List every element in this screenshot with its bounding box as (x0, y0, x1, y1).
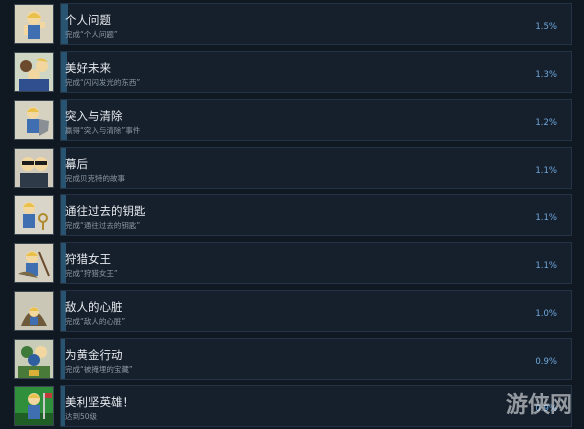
unlock-percent: 1.5% (535, 22, 557, 32)
achievement-progress-bar: 敌人的心脏 完成“敌人的心脏” 1.0% (60, 290, 572, 332)
achievement-row[interactable]: 美好未来 完成“闪闪发光的东西” 1.3% (0, 48, 584, 95)
unlock-percent: 0.9% (535, 357, 557, 367)
achievement-progress-bar: 狩猎女王 完成“狩猎女王” 1.1% (60, 242, 572, 284)
unlock-percent: 1.1% (535, 213, 557, 223)
achievement-row[interactable]: 美利坚英雄！ 达到50级 0.9% (0, 382, 584, 429)
achievement-description: 完成“敌人的心脏” (65, 317, 126, 326)
achievement-row[interactable]: 突入与清除 赢得“突入与清除”事件 1.2% (0, 96, 584, 143)
unlock-percent: 0.9% (535, 404, 557, 414)
unlock-percent: 1.3% (535, 70, 557, 80)
achievement-progress-bar: 幕后 完成贝克特的故事 1.1% (60, 147, 572, 189)
achievement-row[interactable]: 通往过去的钥匙 完成“通往过去的钥匙” 1.1% (0, 191, 584, 238)
achievement-progress-bar: 美利坚英雄！ 达到50级 0.9% (60, 385, 572, 427)
achievement-description: 完成贝克特的故事 (65, 174, 125, 183)
achievement-title: 敌人的心脏 (65, 300, 123, 314)
unlock-percent: 1.1% (535, 166, 557, 176)
achievement-description: 完成“闪闪发光的东西” (65, 78, 141, 87)
achievement-description: 完成“通往过去的钥匙” (65, 221, 141, 230)
achievement-progress-bar: 为黄金行动 完成“被掩埋的宝藏” 0.9% (60, 338, 572, 380)
vault-boy-group-icon (14, 52, 54, 92)
achievement-progress-bar: 个人问题 完成“个人问题” 1.5% (60, 3, 572, 45)
achievement-title: 美好未来 (65, 61, 111, 75)
vault-boy-gold-icon (14, 339, 54, 379)
unlock-percent: 1.1% (535, 261, 557, 271)
unlock-percent: 1.0% (535, 309, 557, 319)
achievement-title: 美利坚英雄！ (65, 395, 134, 409)
achievement-row[interactable]: 狩猎女王 完成“狩猎女王” 1.1% (0, 239, 584, 286)
achievement-description: 赢得“突入与清除”事件 (65, 126, 141, 135)
vault-boy-key-icon (14, 195, 54, 235)
achievement-progress-bar: 突入与清除 赢得“突入与清除”事件 1.2% (60, 99, 572, 141)
achievement-title: 通往过去的钥匙 (65, 204, 146, 218)
achievement-title: 幕后 (65, 157, 88, 171)
achievement-description: 完成“狩猎女王” (65, 269, 118, 278)
achievement-row[interactable]: 敌人的心脏 完成“敌人的心脏” 1.0% (0, 287, 584, 334)
vault-boy-sunglasses-icon (14, 148, 54, 188)
achievement-title: 个人问题 (65, 13, 111, 27)
achievement-progress-bar: 美好未来 完成“闪闪发光的东西” 1.3% (60, 51, 572, 93)
vault-boy-shield-icon (14, 100, 54, 140)
achievement-progress-bar: 通往过去的钥匙 完成“通往过去的钥匙” 1.1% (60, 194, 572, 236)
achievement-title: 狩猎女王 (65, 252, 111, 266)
achievement-title: 为黄金行动 (65, 348, 123, 362)
vault-boy-flag-icon (14, 386, 54, 426)
vault-boy-fist-icon (14, 4, 54, 44)
vault-boy-heart-icon (14, 291, 54, 331)
achievement-description: 达到50级 (65, 412, 98, 421)
achievement-description: 完成“被掩埋的宝藏” (65, 365, 133, 374)
achievement-row[interactable]: 为黄金行动 完成“被掩埋的宝藏” 0.9% (0, 335, 584, 382)
achievement-list: 个人问题 完成“个人问题” 1.5% 美好未来 完成“闪闪发光的东西” 1.3%… (0, 0, 584, 429)
vault-boy-hunter-icon (14, 243, 54, 283)
achievement-row[interactable]: 个人问题 完成“个人问题” 1.5% (0, 0, 584, 47)
achievement-row[interactable]: 幕后 完成贝克特的故事 1.1% (0, 144, 584, 191)
achievement-title: 突入与清除 (65, 109, 123, 123)
unlock-percent: 1.2% (535, 118, 557, 128)
achievement-description: 完成“个人问题” (65, 30, 118, 39)
